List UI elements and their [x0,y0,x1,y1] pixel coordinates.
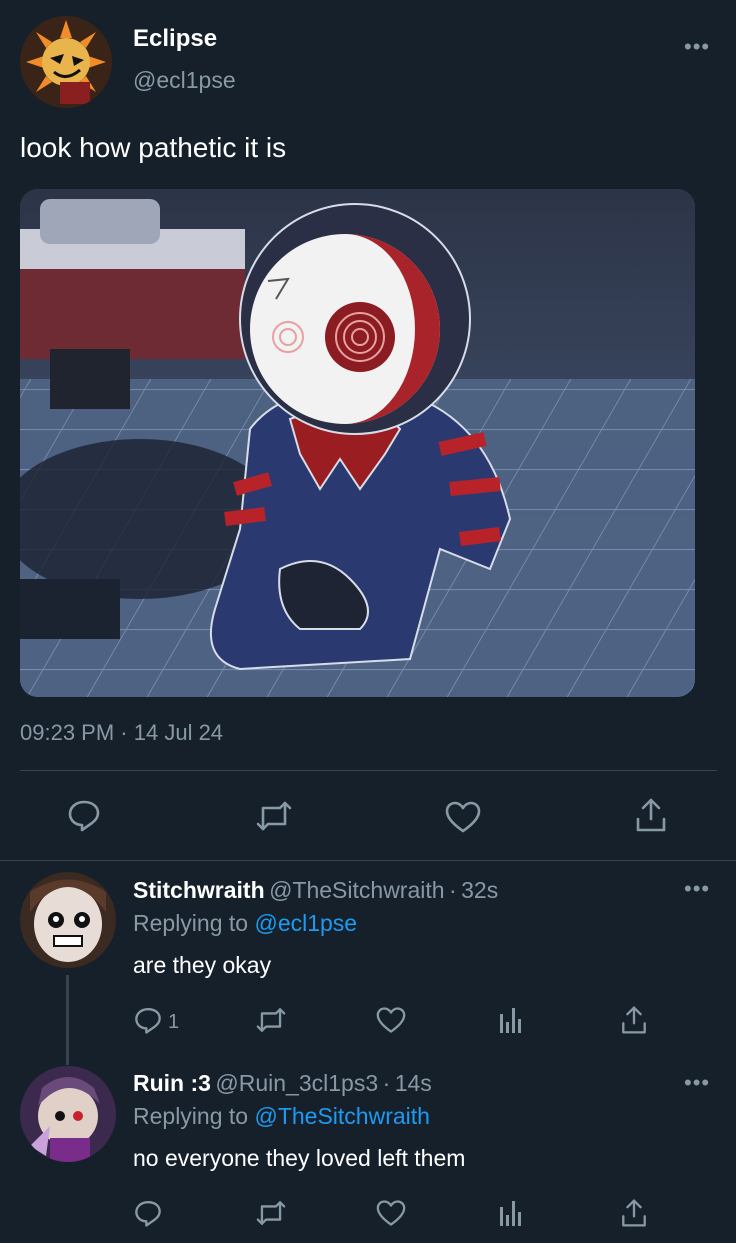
reply-author-name[interactable]: Ruin :3 [133,1070,211,1096]
share-icon[interactable] [634,797,668,833]
more-icon[interactable]: ••• [684,36,710,58]
reply-avatar[interactable] [20,1066,116,1162]
replying-to-label: Replying to [133,910,249,936]
reply-header: Ruin :3 @Ruin_3cl1ps3 · 14s [133,1070,432,1097]
replying-to-handle[interactable]: @TheSitchwraith [254,1103,429,1129]
reply-avatar[interactable] [20,872,116,968]
replying-to: Replying to @TheSitchwraith [133,1103,430,1130]
reply-author-name[interactable]: Stitchwraith [133,877,265,903]
separator-dot: · [449,877,457,903]
divider [20,770,717,771]
author-avatar[interactable] [20,16,112,108]
thread-line [66,975,69,1065]
tweet-text: look how pathetic it is [20,132,287,163]
replying-to-label: Replying to [133,1103,249,1129]
tweet-time: 09:23 PM [20,720,115,745]
reply-author-handle[interactable]: @Ruin_3cl1ps3 [215,1070,378,1096]
reply-icon[interactable] [133,1198,163,1228]
separator-dot: · [120,720,128,745]
more-icon[interactable]: ••• [684,1072,710,1094]
author-name[interactable]: Eclipse [133,25,217,53]
tweet-media-image[interactable] [20,189,695,697]
tweet-date: 14 Jul 24 [133,720,224,745]
divider [0,860,736,861]
retweet-icon[interactable] [254,1006,288,1034]
reply-time: 14s [394,1070,432,1096]
reply-icon[interactable] [133,1005,163,1035]
more-icon[interactable]: ••• [684,878,710,900]
reply-header: Stitchwraith @TheSitchwraith · 32s [133,877,498,904]
heart-icon[interactable] [444,800,482,834]
analytics-icon[interactable] [499,1006,523,1034]
replying-to: Replying to @ecl1pse [133,910,357,937]
share-icon[interactable] [620,1198,648,1228]
replying-to-handle[interactable]: @ecl1pse [254,910,357,936]
reply-count: 1 [168,1011,180,1033]
separator-dot: · [382,1070,391,1096]
analytics-icon[interactable] [499,1199,523,1227]
reply-time: 32s [461,877,499,903]
heart-icon[interactable] [375,1006,407,1034]
reply-text: are they okay [133,952,272,978]
retweet-icon[interactable] [254,1199,288,1227]
retweet-icon[interactable] [254,799,294,833]
heart-icon[interactable] [375,1199,407,1227]
reply-author-handle[interactable]: @TheSitchwraith [269,877,444,903]
reply-icon[interactable] [66,797,102,833]
share-icon[interactable] [620,1005,648,1035]
reply-text: no everyone they loved left them [133,1145,466,1171]
author-handle[interactable]: @ecl1pse [133,67,236,94]
tweet-timestamp[interactable]: 09:23 PM · 14 Jul 24 [20,720,223,746]
